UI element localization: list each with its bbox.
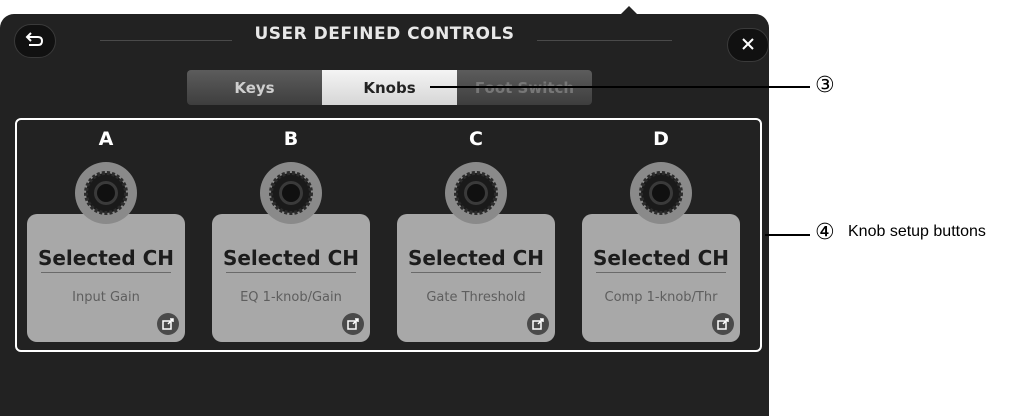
external-edit-icon (157, 313, 179, 335)
knob-column-d: D Selected CH Comp 1-knob/Thr (582, 128, 740, 344)
knob-a-icon (75, 162, 137, 224)
knob-letter: A (98, 128, 114, 150)
knob-letter: C (469, 128, 483, 150)
knob-channel-label: Selected CH (592, 246, 730, 270)
callout-number-3: ③ (815, 73, 835, 98)
knob-parameter-label: EQ 1-knob/Gain (240, 290, 342, 305)
divider (411, 272, 541, 273)
knob-parameter-label: Input Gain (72, 290, 140, 305)
external-edit-icon (342, 313, 364, 335)
external-edit-icon (527, 313, 549, 335)
knob-letter: B (283, 128, 299, 150)
knob-column-c: C Selected CH Gate Threshold (397, 128, 555, 344)
knob-d-icon (630, 162, 692, 224)
callout-label-4: Knob setup buttons (848, 223, 986, 240)
callout-line-3 (430, 86, 810, 88)
external-edit-icon (712, 313, 734, 335)
panel-notch (620, 6, 638, 15)
divider (41, 272, 171, 273)
knob-letter: D (653, 128, 669, 150)
knob-column-a: A Selected CH Input Gain (27, 128, 185, 344)
close-icon (741, 36, 755, 55)
knob-parameter-label: Comp 1-knob/Thr (604, 290, 718, 305)
divider (596, 272, 726, 273)
tab-keys[interactable]: Keys (187, 70, 322, 105)
knob-b-icon (260, 162, 322, 224)
knob-channel-label: Selected CH (37, 246, 175, 270)
knob-parameter-label: Gate Threshold (426, 290, 526, 305)
knob-channel-label: Selected CH (407, 246, 545, 270)
divider (226, 272, 356, 273)
callout-number-4: ④ (815, 220, 835, 245)
callout-line-4 (765, 234, 810, 236)
dialog-title: USER DEFINED CONTROLS (254, 24, 515, 44)
knob-c-icon (445, 162, 507, 224)
knob-channel-label: Selected CH (222, 246, 360, 270)
knob-column-b: B Selected CH EQ 1-knob/Gain (212, 128, 370, 344)
close-button[interactable] (727, 28, 769, 62)
